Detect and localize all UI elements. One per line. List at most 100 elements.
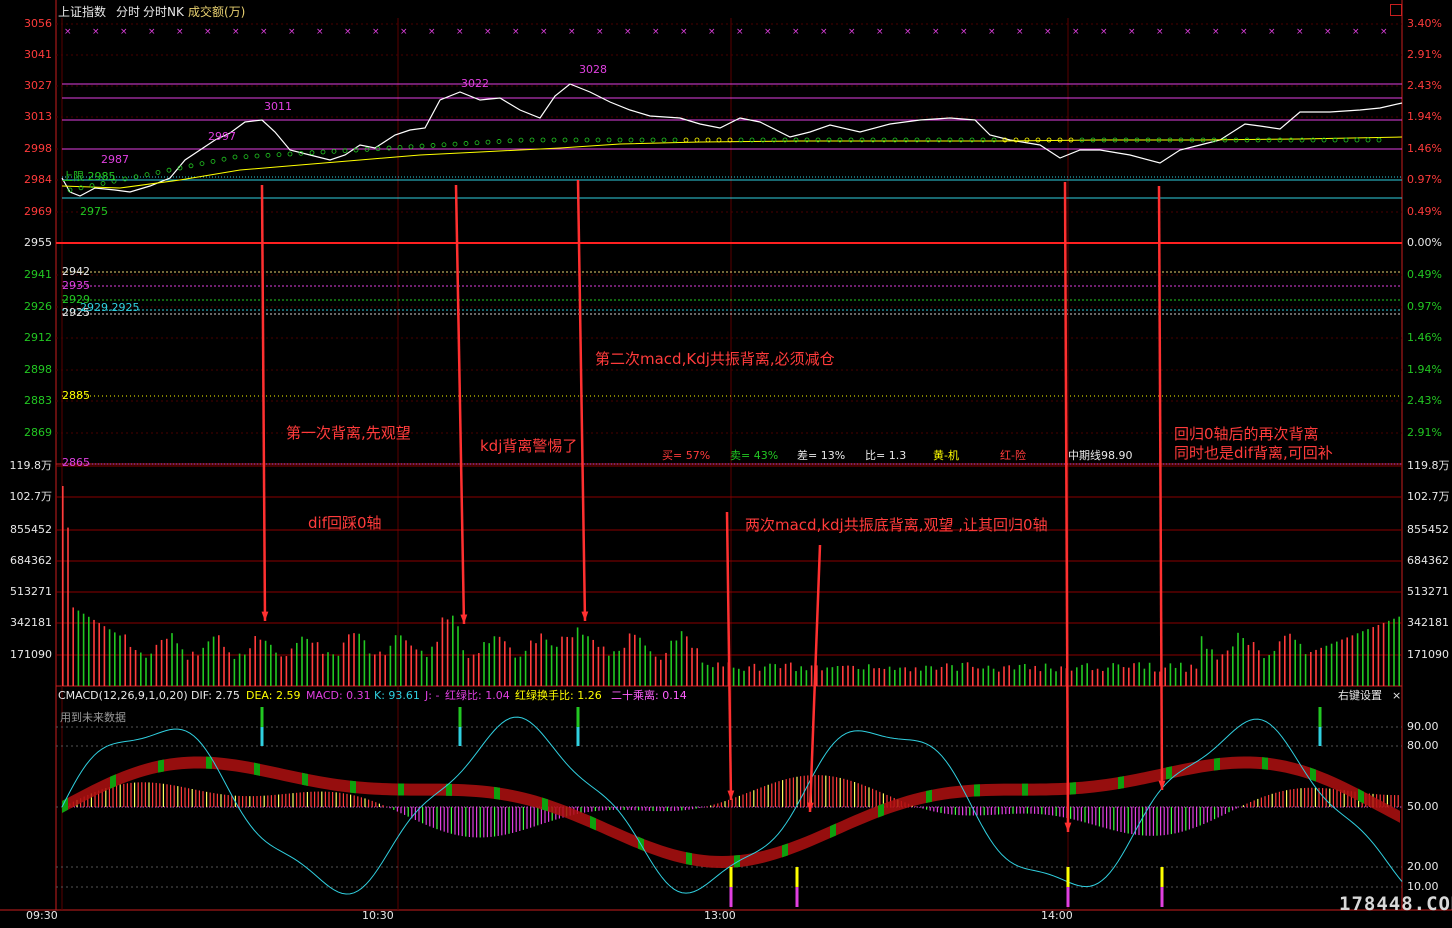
macd-histogram-bar — [753, 790, 754, 807]
macd-histogram-bar — [1398, 795, 1399, 807]
tab-timeshare-nk[interactable]: 分时NK — [143, 5, 184, 19]
macd-histogram-bar — [462, 807, 463, 836]
macd-histogram-bar — [984, 807, 985, 815]
macd-histogram-bar — [505, 807, 506, 835]
volume-bar — [280, 656, 282, 686]
macd-histogram-bar — [1052, 807, 1053, 815]
macd-histogram-bar — [267, 795, 268, 807]
macd-histogram-bar — [814, 775, 815, 807]
volume-bar — [504, 641, 506, 686]
macd-histogram-bar — [321, 792, 322, 807]
volume-label-left-4: 513271 — [10, 586, 52, 598]
macd-histogram-bar — [364, 798, 365, 807]
volume-bar — [915, 667, 917, 686]
macd-histogram-bar — [526, 807, 527, 829]
volume-bar — [1289, 634, 1291, 686]
macd-histogram-bar — [1160, 807, 1161, 835]
macd-histogram-bar — [228, 795, 229, 807]
macd-histogram-bar — [390, 807, 391, 808]
volume-bar — [228, 652, 230, 686]
volume-bar — [561, 637, 563, 686]
macd-histogram-bar — [1092, 807, 1093, 824]
macd-histogram-bar — [1257, 799, 1258, 807]
volume-bar — [785, 664, 787, 686]
macd-histogram-bar — [361, 797, 362, 807]
volume-bar — [1216, 660, 1218, 686]
macd-histogram-bar — [1027, 807, 1028, 814]
dif-dea-ribbon-green — [158, 759, 164, 772]
avg-marker — [277, 153, 281, 157]
avg-marker — [222, 157, 226, 161]
macd-histogram-bar — [393, 807, 394, 810]
stat-sell: 卖= 43% — [730, 450, 778, 462]
volume-bar — [72, 607, 74, 686]
volume-bar — [1045, 664, 1047, 686]
macd-histogram-bar — [670, 807, 671, 811]
macd-histogram-bar — [274, 795, 275, 807]
macd-histogram-bar — [271, 795, 272, 807]
macd-histogram-bar — [501, 807, 502, 835]
volume-bar — [660, 660, 662, 686]
dif-dea-ribbon-green — [110, 774, 116, 789]
volume-bar — [546, 640, 548, 686]
macd-histogram-bar — [181, 787, 182, 807]
avg-marker — [321, 150, 325, 154]
volume-bar — [676, 641, 678, 686]
macd-histogram-bar — [354, 795, 355, 807]
macd-histogram-bar — [483, 807, 484, 837]
volume-bar — [566, 637, 568, 686]
volume-bar — [613, 651, 615, 686]
macd-histogram-bar — [375, 802, 376, 807]
volume-bar — [343, 643, 345, 686]
level-2865: 2865 — [62, 457, 90, 469]
macd-histogram-bar — [465, 807, 466, 837]
macd-histogram-bar — [130, 783, 131, 807]
avg-marker — [233, 155, 237, 159]
avg-marker — [431, 143, 435, 147]
volume-bar — [852, 666, 854, 686]
top-marker: × — [540, 27, 548, 37]
top-marker: × — [708, 27, 716, 37]
arrow-dif — [1159, 186, 1162, 790]
macd-histogram-bar — [1336, 789, 1337, 807]
volume-bar — [806, 670, 808, 686]
macd-histogram-bar — [444, 807, 445, 832]
macd-histogram-bar — [1131, 807, 1132, 834]
volume-bar — [1352, 635, 1354, 686]
volume-bar — [1201, 636, 1203, 686]
close-icon[interactable]: × — [1392, 690, 1401, 702]
macd-histogram-bar — [951, 807, 952, 814]
macd-histogram-bar — [220, 794, 221, 807]
macd-k: K: 93.61 — [374, 690, 420, 702]
volume-bar — [748, 666, 750, 686]
volume-bar — [790, 663, 792, 686]
macd-histogram-bar — [958, 807, 959, 815]
macd-histogram-bar — [141, 782, 142, 807]
avg-marker — [266, 153, 270, 157]
macd-histogram-bar — [451, 807, 452, 834]
volume-bar — [800, 666, 802, 686]
macd-histogram-bar — [969, 807, 970, 815]
volume-bar — [925, 666, 927, 686]
maximize-icon[interactable] — [1390, 4, 1402, 16]
macd-histogram-bar — [915, 806, 916, 807]
macd-histogram-bar — [156, 783, 157, 807]
dif-dea-ribbon-green — [350, 781, 356, 794]
macd-histogram-bar — [426, 807, 427, 825]
right-settings-button[interactable]: 右键设置 — [1338, 690, 1382, 702]
macd-histogram-bar — [868, 787, 869, 807]
macd-histogram-bar — [1246, 804, 1247, 807]
volume-bar — [821, 670, 823, 686]
dif-dea-ribbon-green — [302, 773, 308, 786]
volume-bar — [941, 667, 943, 686]
volume-bar — [618, 651, 620, 686]
macd-histogram-bar — [314, 792, 315, 807]
upper-level-label: 上限 2985 — [62, 171, 116, 183]
macd-axis-label-2: 50.00 — [1407, 801, 1439, 813]
macd-histogram-bar — [980, 807, 981, 815]
tab-timeshare[interactable]: 分时 — [116, 5, 140, 19]
level-2935: 2935 — [62, 280, 90, 292]
macd-histogram-bar — [663, 807, 664, 811]
top-marker: × — [1184, 27, 1192, 37]
volume-bar — [275, 653, 277, 686]
